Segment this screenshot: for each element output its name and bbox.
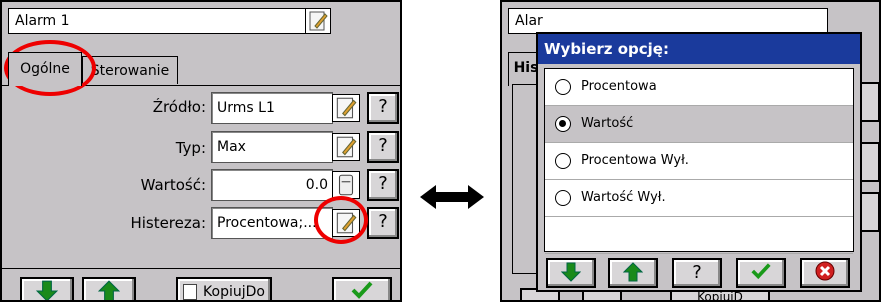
choose-option-dialog: Wybierz opcję: Procentowa Wartość Procen… [536,32,862,292]
check-icon [751,263,771,280]
value-label: Wartość: [140,176,206,194]
dialog-ok-button[interactable] [736,258,786,288]
dialog-title: Wybierz opcję: [538,34,860,64]
hysteresis-help-button[interactable]: ? [367,207,399,239]
up-arrow-icon [97,280,121,300]
type-help-button[interactable]: ? [367,131,399,163]
source-label: Źródło: [152,98,206,116]
option-list: Procentowa Wartość Procentowa Wył. Warto… [544,68,854,254]
option-procentowa[interactable]: Procentowa [545,69,853,106]
tab-ogolne[interactable]: Ogólne [8,52,82,86]
source-edit-icon[interactable] [332,94,360,122]
check-icon [351,281,373,299]
source-field[interactable]: Urms L1 [211,92,333,124]
radio-icon [555,79,571,95]
dialog-cancel-button[interactable] [800,258,850,288]
option-empty-1 [545,217,853,254]
radio-selected-icon [555,116,571,132]
source-help-button[interactable]: ? [367,92,399,124]
alarm-title-field-behind: Alar [508,8,828,34]
radio-icon [555,153,571,169]
bottom-divider [2,268,400,269]
value-help-button[interactable]: ? [367,169,399,201]
copy-to-button[interactable]: KopiujDo [176,277,272,300]
down-arrow-icon [560,262,582,282]
type-field[interactable]: Max [211,131,333,163]
option-wartosc-wyl[interactable]: Wartość Wył. [545,180,853,217]
tab-sterowanie[interactable]: Sterowanie [82,56,178,84]
option-label: Procentowa Wył. [581,153,689,168]
type-edit-icon[interactable] [332,133,360,161]
copy-to-label: KopiujDo [203,284,265,300]
radio-icon [555,190,571,206]
value-field[interactable]: 0.0 [211,169,333,201]
dialog-down-button[interactable] [546,258,596,288]
cancel-icon [815,261,835,281]
confirm-button[interactable] [332,277,392,300]
type-label: Typ: [175,139,206,157]
value-keypad-icon[interactable] [332,171,360,199]
double-arrow-icon [420,185,484,209]
up-arrow-icon [622,262,644,282]
copy-icon [183,284,198,300]
option-wartosc[interactable]: Wartość [545,106,853,143]
alarm-title-field[interactable]: Alarm 1 [8,8,306,34]
option-procentowa-wyl[interactable]: Procentowa Wył. [545,143,853,180]
option-label: Wartość Wył. [581,190,666,205]
title-edit-icon[interactable] [305,8,331,34]
highlight-ring-edit [314,196,368,244]
dialog-help-button[interactable]: ? [672,258,722,288]
dialog-up-button[interactable] [608,258,658,288]
option-label: Procentowa [581,79,657,94]
down-arrow-icon [35,280,59,300]
option-label: Wartość [581,116,634,131]
move-down-button[interactable] [20,277,74,300]
hysteresis-label: Histereza: [130,214,206,232]
move-up-button[interactable] [82,277,136,300]
